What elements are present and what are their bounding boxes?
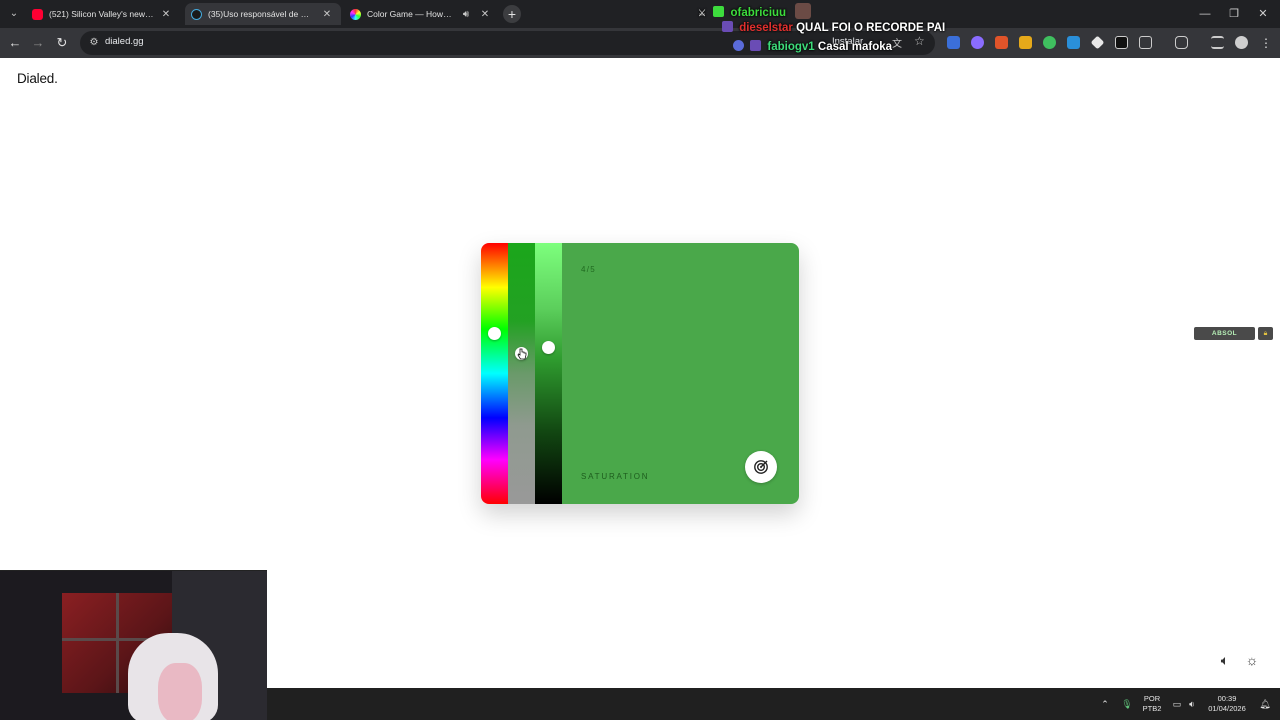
language-indicator[interactable]: POR PTB2 <box>1140 694 1164 714</box>
chat-username: fabiogv1 <box>767 41 815 53</box>
keyboard-layout: PTB2 <box>1142 704 1162 713</box>
minimize-icon[interactable]: — <box>1198 6 1212 22</box>
profile-avatar[interactable] <box>1235 36 1248 49</box>
tab-title: Color Game — How Well Can You See Color? <box>367 9 453 19</box>
lock-icon: 🔒︎ <box>1258 327 1273 340</box>
hand-cursor-icon <box>517 348 527 360</box>
close-tab-icon[interactable]: ✕ <box>321 9 333 20</box>
extension-icon[interactable] <box>1019 36 1032 49</box>
extension-icon[interactable] <box>1067 36 1080 49</box>
chat-text: QUAL FOI O RECORDE PAI <box>796 22 946 34</box>
chat-text: Casal mafoka <box>817 41 893 53</box>
chat-badge-icon <box>733 40 744 51</box>
target-icon <box>754 460 768 474</box>
audio-icon[interactable]: 🔊︎ <box>459 9 473 20</box>
extension-icon[interactable] <box>947 36 960 49</box>
tab-title: (35)Uso responsável de Ozempic <box>208 9 315 19</box>
close-window-icon[interactable]: ✕ <box>1256 6 1270 22</box>
menu-kebab-icon[interactable]: ⋮ <box>1257 34 1275 52</box>
chat-badge-icon <box>722 21 733 32</box>
tiktok-icon <box>191 8 202 20</box>
tab-search-icon[interactable]: ⌄ <box>6 6 22 22</box>
media-control-icon[interactable] <box>1211 36 1224 49</box>
chat-message: ⚔ ofabriciuu <box>698 3 812 19</box>
translate-icon[interactable]: 文 <box>892 35 902 50</box>
round-counter: 4/5 <box>581 265 597 274</box>
tab-tiktok[interactable]: (35)Uso responsável de Ozempic ✕ <box>185 3 341 25</box>
extension-icon[interactable] <box>971 36 984 49</box>
clock-date: 01/04/2026 <box>1208 704 1246 713</box>
volume-icon[interactable]: 🔉︎ <box>1185 688 1199 720</box>
color-picker-card: 4/5 SATURATION <box>481 243 799 504</box>
site-info-icon[interactable]: ⚙ <box>86 35 102 51</box>
hue-slider[interactable] <box>481 243 508 504</box>
notification-bell-icon[interactable]: 🔔︎ <box>1257 688 1273 720</box>
language-code: POR <box>1143 694 1161 703</box>
tab-color-game[interactable]: Color Game — How Well Can You See Color?… <box>344 3 499 25</box>
chat-message: dieselstar QUAL FOI O RECORDE PAI <box>722 21 945 34</box>
speaker-icon[interactable]: 🔈︎ <box>1216 651 1234 669</box>
site-logo[interactable]: Dialed. <box>17 71 58 86</box>
hue-slider-handle[interactable] <box>488 327 501 340</box>
windows-taskbar: ⌃ 🎙︎ POR PTB2 ▭ 🔉︎ 00:39 01/04/2026 🔔︎ <box>267 688 1280 720</box>
tab-youtube[interactable]: (521) Silicon Valley's new miracle ✕ <box>26 3 180 25</box>
screenshot-icon[interactable] <box>1175 36 1188 49</box>
overlay-badge: ABSOL <box>1194 327 1255 340</box>
webcam-face <box>158 663 202 720</box>
url-text: dialed.gg <box>105 36 144 47</box>
extension-icon[interactable] <box>1090 35 1105 50</box>
tab-title: (521) Silicon Valley's new miracle <box>49 9 154 19</box>
extension-icon[interactable] <box>1115 36 1128 49</box>
chat-mod-icon: ⚔ <box>698 8 707 18</box>
youtube-icon <box>32 8 43 20</box>
restore-icon[interactable]: ❐ <box>1227 6 1241 22</box>
extension-icon[interactable] <box>1043 36 1056 49</box>
saturation-slider[interactable] <box>508 243 535 504</box>
extensions-puzzle-icon[interactable] <box>1139 36 1152 49</box>
chat-badge-icon <box>750 40 762 51</box>
reload-icon[interactable]: ↻ <box>53 34 71 52</box>
sun-icon[interactable]: ☼ <box>1243 651 1261 669</box>
new-tab-button[interactable]: + <box>503 5 521 23</box>
network-icon[interactable]: ▭ <box>1170 688 1184 720</box>
bookmark-star-icon[interactable]: ☆ <box>914 34 925 48</box>
back-icon[interactable]: ← <box>6 34 24 52</box>
chat-username: ofabriciuu <box>730 7 787 19</box>
slider-mode-label: SATURATION <box>581 472 650 481</box>
microphone-icon[interactable]: 🎙︎ <box>1119 688 1135 720</box>
color-wheel-icon <box>350 8 361 20</box>
forward-icon[interactable]: → <box>29 34 47 52</box>
submit-guess-button[interactable] <box>745 451 777 483</box>
close-tab-icon[interactable]: ✕ <box>479 9 491 20</box>
chat-message: fabiogv1 Casal mafoka <box>733 40 892 53</box>
chat-avatar <box>795 3 812 19</box>
webcam-feed <box>0 570 267 720</box>
lightness-slider-handle[interactable] <box>542 341 555 354</box>
browser-tab-strip: ⌄ (521) Silicon Valley's new miracle ✕ (… <box>0 0 1280 28</box>
browser-toolbar: ← → ↻ ⚙ dialed.gg Instalar 文 ☆ ⋮ <box>0 28 1280 58</box>
close-tab-icon[interactable]: ✕ <box>160 9 172 20</box>
clock-time: 00:39 <box>1217 694 1237 703</box>
chat-username: dieselstar <box>739 22 793 34</box>
chevron-up-icon[interactable]: ⌃ <box>1097 688 1113 720</box>
extension-icon[interactable] <box>995 36 1008 49</box>
clock[interactable]: 00:39 01/04/2026 <box>1202 694 1252 714</box>
chat-badge-icon <box>713 6 725 17</box>
lightness-slider[interactable] <box>535 243 562 504</box>
